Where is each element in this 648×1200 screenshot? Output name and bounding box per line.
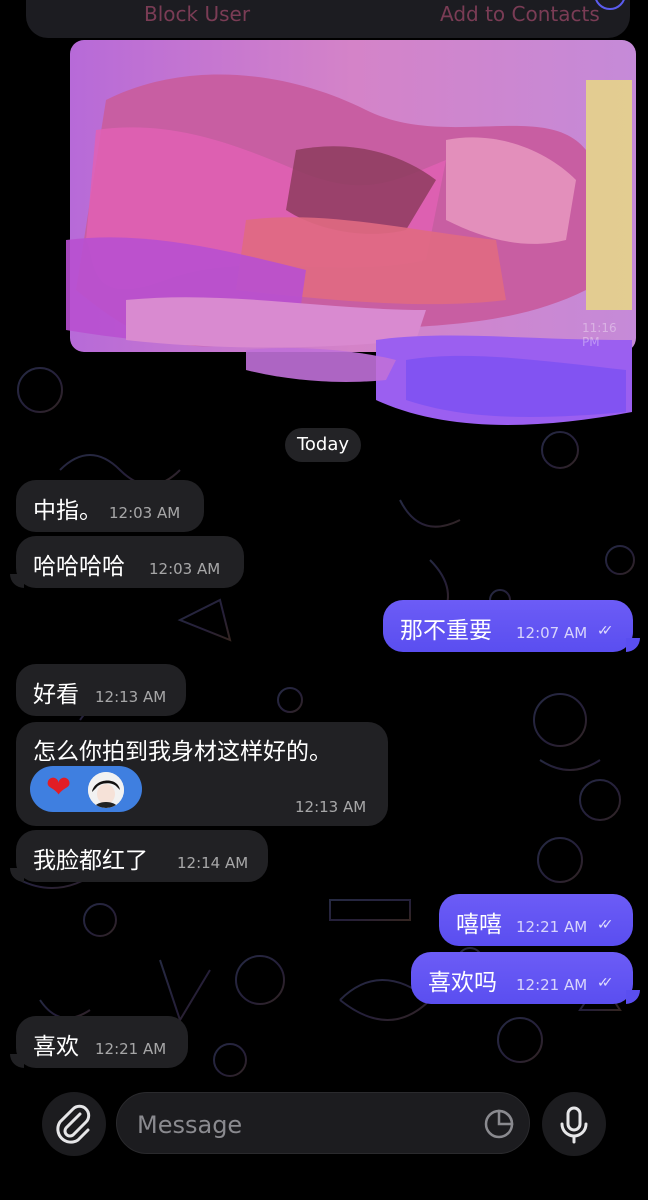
message-bubble-outgoing[interactable]: 嘻嘻 12:21 AM ✓✓ [439, 894, 633, 946]
message-bubble-incoming[interactable]: 哈哈哈哈 12:03 AM [16, 536, 244, 588]
message-text: 那不重要 [400, 618, 492, 644]
action-bar: Block User Add to Contacts ✕ [26, 0, 630, 38]
message-bubble-outgoing[interactable]: 那不重要 12:07 AM ✓✓ [383, 600, 633, 652]
paperclip-icon [56, 1104, 91, 1144]
message-bubble-outgoing[interactable]: 喜欢吗 12:21 AM ✓✓ [411, 952, 633, 1004]
message-text: 喜欢 [33, 1034, 79, 1060]
date-divider: Today [285, 428, 361, 462]
message-input-field[interactable] [116, 1092, 530, 1154]
reaction-badge[interactable]: ❤ [30, 766, 142, 812]
message-time: 12:07 AM [516, 624, 588, 642]
read-receipt-icon: ✓✓ [597, 975, 614, 991]
sticker-icon[interactable] [483, 1108, 515, 1140]
message-input[interactable] [135, 1107, 469, 1143]
message-text: 好看 [33, 682, 79, 708]
scribble-redaction [66, 40, 636, 425]
media-timestamp: 11:16 PM [582, 321, 617, 349]
message-bubble-incoming[interactable]: 怎么你拍到我身材这样好的。 ❤ 12:13 AM [16, 722, 388, 826]
message-time: 12:03 AM [109, 504, 181, 522]
message-bubble-incoming[interactable]: 好看 12:13 AM [16, 664, 186, 716]
microphone-icon [560, 1106, 588, 1144]
message-time: 12:13 AM [295, 798, 367, 816]
add-contacts-button[interactable]: Add to Contacts [440, 2, 600, 26]
attach-button[interactable] [42, 1092, 106, 1156]
message-time: 12:14 AM [177, 854, 249, 872]
read-receipt-icon: ✓✓ [597, 623, 614, 639]
heart-icon: ❤ [46, 770, 72, 805]
message-bubble-incoming[interactable]: 喜欢 12:21 AM [16, 1016, 188, 1068]
message-text: 哈哈哈哈 [33, 554, 125, 580]
message-bubble-incoming[interactable]: 中指。 12:03 AM [16, 480, 204, 532]
redacted-media-message[interactable]: 11:16 PM [66, 40, 636, 432]
block-user-button[interactable]: Block User [144, 2, 250, 26]
message-text: 我脸都红了 [33, 848, 148, 874]
message-time: 12:21 AM [516, 976, 588, 994]
reactor-avatar [88, 772, 124, 808]
read-receipt-icon: ✓✓ [597, 917, 614, 933]
message-text: 喜欢吗 [428, 970, 497, 996]
voice-record-button[interactable] [542, 1092, 606, 1156]
message-time: 12:21 AM [95, 1040, 167, 1058]
message-time: 12:13 AM [95, 688, 167, 706]
message-time: 12:21 AM [516, 918, 588, 936]
message-time: 12:03 AM [149, 560, 221, 578]
message-text: 中指。 [33, 498, 102, 524]
message-bubble-incoming[interactable]: 我脸都红了 12:14 AM [16, 830, 268, 882]
message-text: 嘻嘻 [456, 912, 502, 938]
message-text: 怎么你拍到我身材这样好的。 [33, 739, 332, 765]
